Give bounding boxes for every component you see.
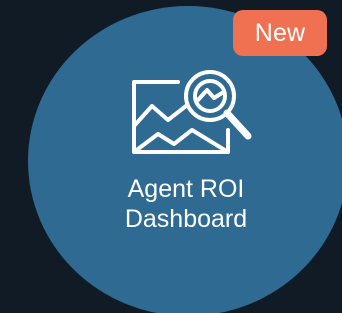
new-badge-label: New <box>254 18 306 47</box>
tile-title-line2: Dashboard <box>124 205 248 233</box>
tile-title-line1: Agent ROI <box>127 175 245 203</box>
chart-magnifier-icon <box>132 70 252 154</box>
screen: New Agent ROI Dashboard <box>0 0 342 313</box>
tile-title: Agent ROI Dashboard <box>88 174 284 234</box>
new-badge: New <box>233 10 327 56</box>
